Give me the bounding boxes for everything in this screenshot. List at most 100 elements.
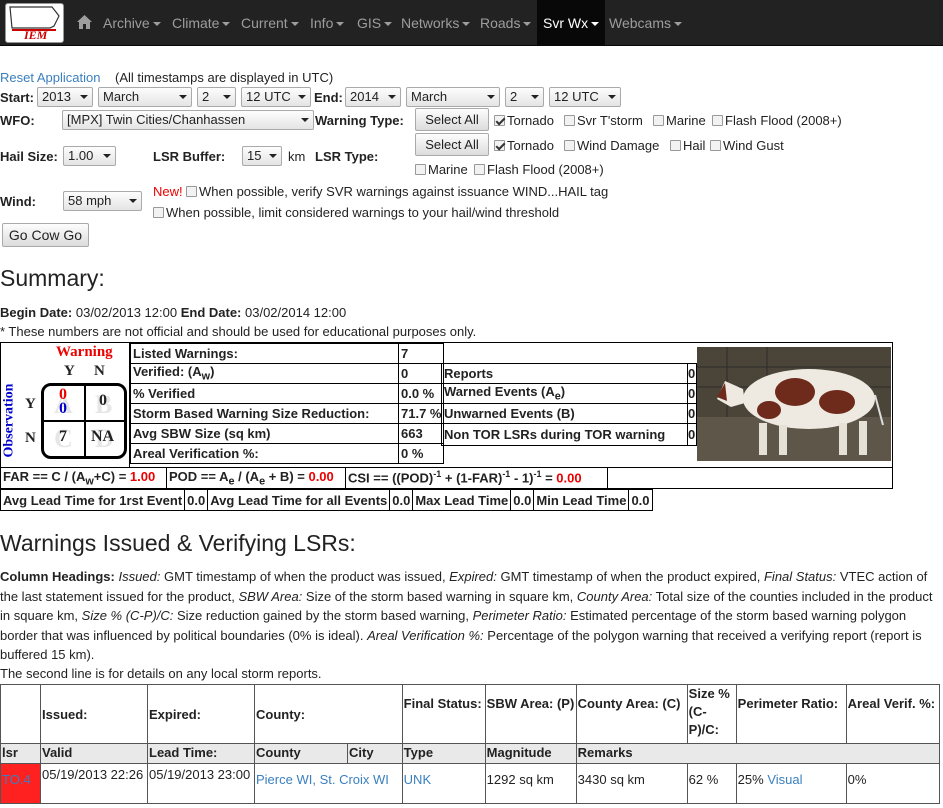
reset-application-link[interactable]: Reset Application	[0, 70, 100, 85]
checkbox[interactable]	[186, 186, 197, 197]
verify-svr-option[interactable]: When possible, verify SVR warnings again…	[186, 184, 608, 199]
stat-label: Listed Warnings:	[130, 343, 399, 364]
col-header	[0, 684, 41, 744]
nav-gis[interactable]: GIS	[357, 0, 393, 46]
end-month-select[interactable]: March	[406, 87, 500, 107]
warning-id-cell[interactable]: TO.4	[0, 763, 41, 804]
checkbox[interactable]	[153, 207, 164, 218]
nav-current[interactable]: Current	[241, 0, 299, 46]
select-all-lsr-types-button[interactable]: Select All	[415, 133, 489, 156]
warning-type-svr-tstorm[interactable]: Svr T'storm	[564, 113, 643, 128]
begin-date-value: 03/02/2013 12:00	[75, 305, 178, 320]
iem-logo[interactable]: IEM	[5, 3, 64, 43]
start-hour-select[interactable]: 12 UTC	[241, 87, 311, 107]
lsr-type-wind-damage[interactable]: Wind Damage	[564, 138, 659, 153]
nav-archive[interactable]: Archive	[103, 0, 161, 46]
wfo-label: WFO:	[0, 113, 35, 128]
pod-score: POD == Ae / (Ae + B) = 0.00	[167, 468, 346, 488]
start-hour-value: 12 UTC	[246, 89, 291, 104]
lead-value: 0.0	[389, 489, 414, 511]
desc-term: Issued:	[118, 569, 161, 584]
lsr-type-wind-gust[interactable]: Wind Gust	[710, 138, 784, 153]
checkbox[interactable]	[564, 140, 575, 151]
nav-climate-label: Climate	[172, 15, 220, 31]
end-day-select[interactable]: 2	[505, 87, 544, 107]
go-cow-go-button[interactable]: Go Cow Go	[2, 223, 89, 247]
lsr-buffer-select[interactable]: 15	[242, 146, 282, 166]
end-year-select[interactable]: 2014	[345, 87, 401, 107]
desc-text: Size of the storm based warning in squar…	[302, 588, 577, 604]
checkbox-checked[interactable]	[494, 140, 505, 151]
end-hour-select[interactable]: 12 UTC	[549, 87, 621, 107]
county-cell: Pierce WI, St. Croix WI	[254, 763, 403, 804]
matrix-grid: A B C D 0 0 0 7 NA	[41, 383, 127, 459]
matrix-cell-d: NA	[91, 428, 115, 445]
stat-row: Unwarned Events (B) 0	[441, 403, 697, 424]
utc-note: (All timestamps are displayed in UTC)	[115, 70, 334, 85]
date-range: Begin Date: 03/02/2013 12:00 End Date: 0…	[0, 305, 346, 320]
warning-type-svr-tstorm-label: Svr T'storm	[577, 113, 643, 128]
nav-webcams[interactable]: Webcams	[609, 0, 682, 46]
nav-networks[interactable]: Networks	[401, 0, 471, 46]
chevron-down-icon	[222, 22, 231, 27]
checkbox[interactable]	[474, 164, 485, 175]
hail-size-select[interactable]: 1.00	[63, 146, 116, 166]
home-icon[interactable]	[77, 0, 93, 46]
lead-label: Min Lead Time	[533, 489, 630, 511]
verify-svr-option-label: When possible, verify SVR warnings again…	[199, 184, 609, 199]
stat-label-text: Warned Events (A	[444, 384, 555, 400]
nav-info[interactable]: Info	[310, 0, 345, 46]
areal-verif-cell: 0%	[845, 763, 941, 804]
warning-type-label: Warning Type:	[315, 113, 404, 128]
lead-value: 0.0	[510, 489, 535, 511]
stat-value: 0	[687, 423, 697, 446]
desc-term: Final Status:	[763, 569, 837, 584]
start-year-select[interactable]: 2013	[37, 87, 93, 107]
lsr-type-tornado[interactable]: Tornado	[494, 138, 554, 153]
checkbox[interactable]	[670, 140, 681, 151]
perimeter-cell: 25% Visual	[735, 763, 847, 804]
chevron-down-icon	[179, 95, 187, 99]
checkbox-checked[interactable]	[494, 115, 505, 126]
desc-term: Expired:	[449, 569, 497, 584]
nav-svr-wx[interactable]: Svr Wx	[537, 0, 606, 46]
nav-climate[interactable]: Climate	[172, 0, 231, 46]
checkbox[interactable]	[653, 115, 664, 126]
wfo-select[interactable]: [MPX] Twin Cities/Chanhassen	[62, 110, 314, 130]
lsr-type-marine[interactable]: Marine	[415, 162, 468, 177]
warning-type-tornado[interactable]: Tornado	[494, 113, 554, 128]
far-value: 1.00	[129, 469, 156, 484]
select-all-warning-types-button[interactable]: Select All	[415, 108, 489, 131]
nav-roads-label: Roads	[480, 15, 521, 31]
start-month-select[interactable]: March	[98, 87, 192, 107]
column-headings-description: Column Headings: Issued: GMT timestamp o…	[0, 567, 940, 665]
checkbox[interactable]	[712, 115, 723, 126]
lead-value: 0.0	[184, 489, 209, 511]
visual-link[interactable]: Visual	[767, 772, 802, 787]
col-header: Size % (C-P)/C:	[686, 684, 737, 744]
limit-warnings-option[interactable]: When possible, limit considered warnings…	[153, 205, 559, 220]
stat-row: Storm Based Warning Size Reduction: 71.7 …	[130, 403, 445, 424]
end-year-value: 2014	[350, 89, 379, 104]
lead-label: Avg Lead Time for all Events	[207, 489, 391, 511]
lsr-type-marine-label: Marine	[428, 162, 468, 177]
lsr-type-hail[interactable]: Hail	[670, 138, 705, 153]
lsr-type-flash-flood[interactable]: Flash Flood (2008+)	[474, 162, 604, 177]
warning-id-link[interactable]: TO.4	[2, 772, 31, 787]
cow-image	[697, 347, 891, 461]
start-day-select[interactable]: 2	[197, 87, 236, 107]
checkbox[interactable]	[415, 164, 426, 175]
warning-type-marine[interactable]: Marine	[653, 113, 706, 128]
warning-type-flash-flood[interactable]: Flash Flood (2008+)	[712, 113, 842, 128]
status-link[interactable]: UNK	[404, 772, 431, 787]
county-area-cell: 3430 sq km	[575, 763, 688, 804]
nav-roads[interactable]: Roads	[480, 0, 532, 46]
col-header: Valid	[40, 743, 148, 764]
chevron-down-icon	[290, 22, 299, 27]
county-link[interactable]: Pierce WI, St. Croix WI	[256, 772, 389, 787]
end-month-value: March	[411, 89, 448, 104]
wind-select[interactable]: 58 mph	[63, 191, 142, 211]
checkbox[interactable]	[564, 115, 575, 126]
checkbox[interactable]	[710, 140, 721, 151]
lsr-type-flash-flood-label: Flash Flood (2008+)	[487, 162, 604, 177]
